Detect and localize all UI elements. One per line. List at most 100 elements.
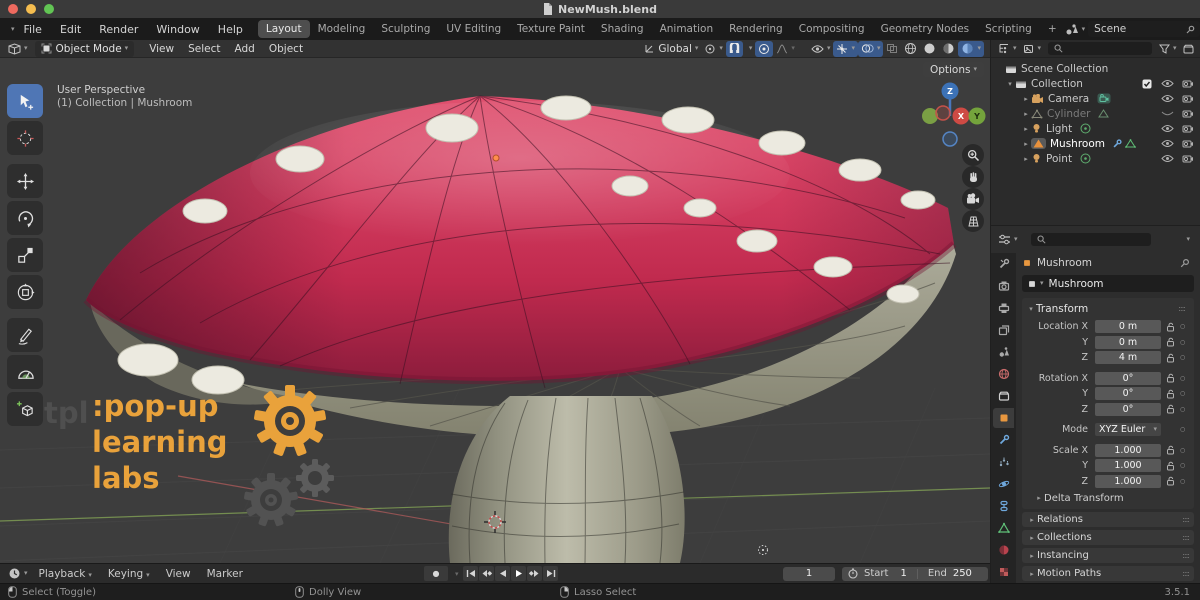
drag-handle[interactable]: ::::: [1182, 551, 1189, 560]
timeline-menu-view[interactable]: View: [158, 568, 199, 580]
tool-measure[interactable]: [7, 355, 43, 389]
menu-render[interactable]: Render: [90, 23, 147, 36]
snap-toggle[interactable]: [726, 41, 743, 57]
expand-icon[interactable]: ▸: [1021, 95, 1031, 103]
collection-checkbox[interactable]: [1142, 79, 1152, 89]
lock-icon[interactable]: [1166, 445, 1175, 455]
outliner-row-light[interactable]: ▸ Light: [991, 121, 1200, 136]
start-frame-field[interactable]: 1: [900, 568, 906, 579]
tab-collection[interactable]: [993, 386, 1014, 406]
proportional-falloff-dropdown[interactable]: ▾: [773, 41, 798, 57]
properties-options-dropdown[interactable]: ▾: [1186, 236, 1190, 243]
properties-search-input[interactable]: [1031, 233, 1151, 246]
workspace-tab-rendering[interactable]: Rendering: [721, 20, 791, 38]
shading-rendered-button[interactable]: ▾: [958, 41, 984, 57]
outliner-row-cylinder[interactable]: ▸ Cylinder: [991, 106, 1200, 121]
disable-render-toggle[interactable]: [1182, 124, 1194, 133]
lock-icon[interactable]: [1166, 389, 1175, 399]
transform-orientation-selector[interactable]: Global ▾: [641, 41, 701, 57]
viewport-menu-select[interactable]: Select: [181, 43, 227, 55]
mode-selector[interactable]: Object Mode ▾: [35, 41, 135, 57]
outliner-row-camera[interactable]: ▸ Camera: [991, 91, 1200, 106]
camera-view-button[interactable]: [962, 188, 984, 210]
workspace-tab-layout[interactable]: Layout: [258, 20, 310, 38]
tab-object[interactable]: [993, 408, 1014, 428]
lock-icon[interactable]: [1166, 461, 1175, 471]
play-button[interactable]: [511, 566, 526, 581]
disable-render-toggle[interactable]: [1182, 109, 1194, 118]
outliner-row-collection[interactable]: ▾ Collection: [991, 76, 1200, 91]
lock-icon[interactable]: [1166, 404, 1175, 414]
options-button[interactable]: Options ▾: [923, 62, 984, 77]
hide-eye-toggle[interactable]: [1161, 94, 1174, 103]
lock-icon[interactable]: [1166, 373, 1175, 383]
workspace-tab-geometry-nodes[interactable]: Geometry Nodes: [873, 20, 978, 38]
overlays-toggle[interactable]: ▾: [858, 41, 884, 57]
workspace-tab-modeling[interactable]: Modeling: [310, 20, 374, 38]
viewport-menu-view[interactable]: View: [142, 43, 181, 55]
current-frame-field[interactable]: 1: [783, 567, 835, 581]
shading-material-button[interactable]: [939, 41, 958, 57]
auto-keying-record-button[interactable]: ●: [424, 566, 448, 581]
scene-icon[interactable]: [1065, 23, 1079, 35]
tab-tool[interactable]: [993, 254, 1014, 274]
workspace-tab-scripting[interactable]: Scripting: [977, 20, 1040, 38]
tab-output[interactable]: [993, 298, 1014, 318]
tab-world[interactable]: [993, 364, 1014, 384]
disable-render-toggle[interactable]: [1182, 94, 1194, 103]
editor-type-button[interactable]: ▾: [5, 41, 31, 57]
tab-material[interactable]: [993, 540, 1014, 560]
axis-neg-z-handle[interactable]: [943, 132, 957, 146]
workspace-tab-sculpting[interactable]: Sculpting: [373, 20, 438, 38]
tool-cursor[interactable]: [7, 121, 43, 155]
tab-view-layer[interactable]: [993, 320, 1014, 340]
collapse-icon[interactable]: ▾: [1005, 80, 1015, 88]
timeline-menu-keying[interactable]: Keying▾: [100, 568, 158, 580]
hide-eye-toggle[interactable]: [1161, 154, 1174, 163]
panel-collections[interactable]: ▸Collections::::: [1022, 530, 1194, 545]
lock-icon[interactable]: [1166, 353, 1175, 363]
tab-constraints[interactable]: [993, 496, 1014, 516]
tool-select-box[interactable]: [7, 84, 43, 118]
pan-button[interactable]: [962, 166, 984, 188]
tool-scale[interactable]: [7, 238, 43, 272]
animate-dot[interactable]: ○: [1180, 390, 1185, 397]
outliner-row-mushroom[interactable]: ▸ Mushroom: [991, 136, 1200, 151]
rotation-x-field[interactable]: 0°: [1095, 372, 1161, 385]
tab-texture[interactable]: [993, 562, 1014, 582]
animate-dot[interactable]: ○: [1180, 406, 1185, 413]
shading-wireframe-button[interactable]: [901, 41, 920, 57]
location-y-field[interactable]: 0 m: [1095, 336, 1161, 349]
viewport-3d[interactable]: User Perspective (1) Collection | Mushro…: [0, 58, 990, 563]
outliner-search-input[interactable]: [1048, 42, 1152, 55]
properties-editor-type-button[interactable]: ▾: [995, 231, 1021, 247]
expand-icon[interactable]: ▸: [1021, 110, 1031, 118]
prev-keyframe-button[interactable]: [479, 566, 494, 581]
keying-set-dropdown[interactable]: ▾: [455, 571, 459, 578]
drag-handle[interactable]: ::::: [1182, 515, 1189, 524]
tab-particles[interactable]: [993, 452, 1014, 472]
pin-icon[interactable]: [1186, 25, 1195, 34]
outliner-row-point[interactable]: ▸ Point: [991, 151, 1200, 166]
light-data-badge[interactable]: [1080, 123, 1091, 134]
toggle-ortho-button[interactable]: [962, 210, 984, 232]
axis-neg-y-handle[interactable]: [922, 108, 938, 124]
hide-eye-toggle[interactable]: [1161, 109, 1174, 118]
point-light-gizmo[interactable]: [759, 546, 768, 555]
camera-data-badge[interactable]: [1097, 93, 1111, 104]
workspace-tab-animation[interactable]: Animation: [652, 20, 722, 38]
expand-icon[interactable]: ▸: [1021, 140, 1031, 148]
viewport-menu-object[interactable]: Object: [262, 43, 310, 55]
lock-icon[interactable]: [1166, 476, 1175, 486]
scale-z-field[interactable]: 1.000: [1095, 475, 1161, 488]
expand-icon[interactable]: ▸: [1021, 155, 1031, 163]
snap-settings-dropdown[interactable]: ▾: [743, 41, 756, 57]
expand-icon[interactable]: ▸: [1021, 125, 1031, 133]
tool-transform[interactable]: [7, 275, 43, 309]
panel-relations[interactable]: ▸Relations::::: [1022, 512, 1194, 527]
tab-scene[interactable]: [993, 342, 1014, 362]
transform-panel-header[interactable]: ▾ Transform ::::: [1022, 301, 1190, 316]
tab-object-data[interactable]: [993, 518, 1014, 538]
shading-solid-button[interactable]: [920, 41, 939, 57]
end-frame-field[interactable]: 250: [953, 568, 972, 579]
